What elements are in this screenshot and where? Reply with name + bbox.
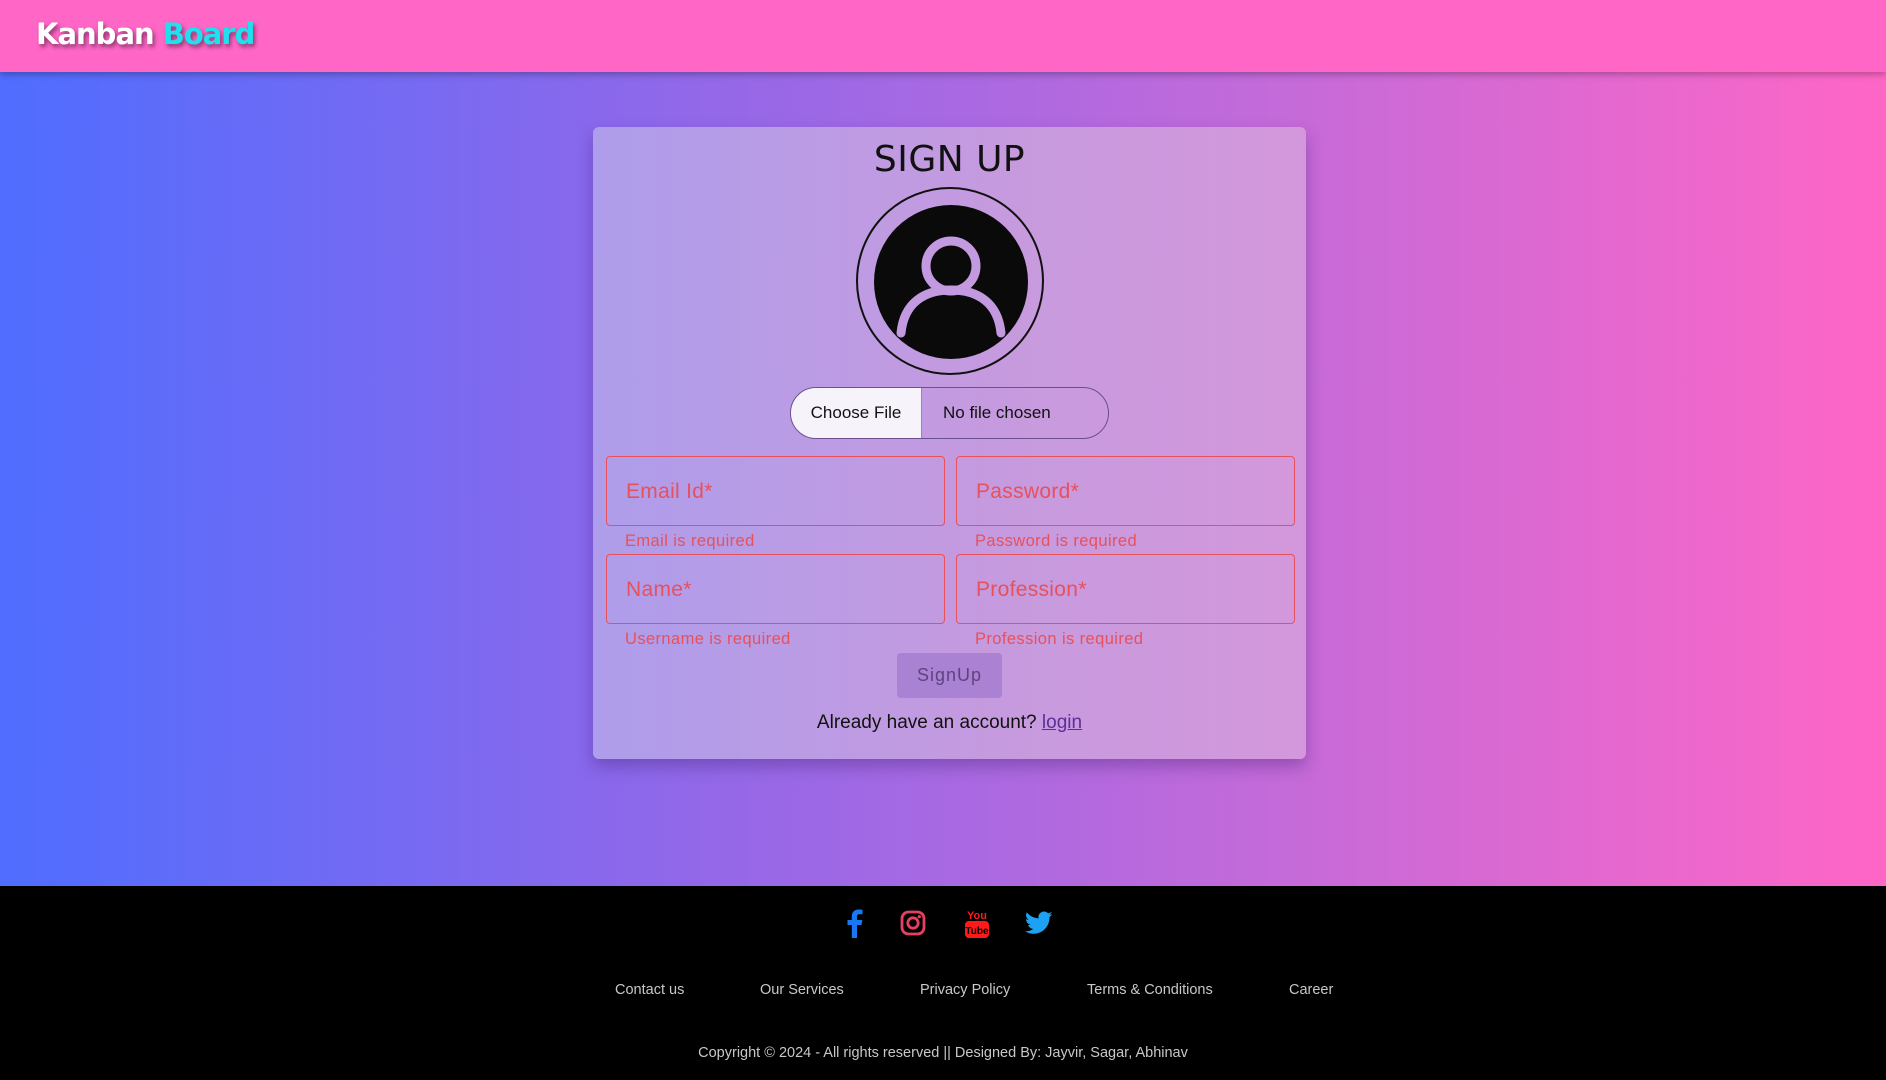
avatar-frame (856, 187, 1044, 375)
twitter-icon[interactable] (1024, 911, 1053, 940)
svg-text:Tube: Tube (965, 926, 989, 937)
brand-name-part2: Board (162, 17, 256, 51)
profession-error: Profession is required (975, 630, 1144, 648)
footer-link-contact[interactable]: Contact us (615, 982, 684, 998)
email-placeholder: Email Id* (626, 480, 713, 503)
login-prompt: Already have an account? login (593, 712, 1306, 734)
copyright-text: Copyright © 2024 - All rights reserved |… (698, 1045, 1188, 1061)
profile-picture-file-input[interactable]: Choose File No file chosen (790, 387, 1109, 439)
footer: You Tube Contact us Our Services Privacy… (0, 886, 1886, 1080)
choose-file-button[interactable]: Choose File (791, 388, 922, 438)
email-error: Email is required (625, 532, 755, 550)
signup-card: SIGN UP Choose File No file chosen Email… (593, 127, 1306, 759)
footer-link-services[interactable]: Our Services (760, 982, 844, 998)
profession-field[interactable]: Profession* (956, 554, 1295, 624)
name-error: Username is required (625, 630, 791, 648)
password-error: Password is required (975, 532, 1138, 550)
password-placeholder: Password* (976, 480, 1080, 503)
email-field[interactable]: Email Id* (606, 456, 945, 526)
login-link[interactable]: login (1042, 712, 1082, 733)
name-placeholder: Name* (626, 578, 692, 601)
svg-text:You: You (967, 910, 987, 922)
brand-name-part1: Kanban (36, 17, 155, 51)
name-field[interactable]: Name* (606, 554, 945, 624)
facebook-icon[interactable] (843, 908, 865, 943)
user-avatar-icon (874, 205, 1028, 359)
footer-link-privacy[interactable]: Privacy Policy (920, 982, 1010, 998)
signup-button[interactable]: SignUp (897, 653, 1002, 698)
brand-logo[interactable]: Kanban Board (36, 17, 256, 51)
instagram-icon[interactable] (900, 910, 926, 941)
top-navbar: Kanban Board (0, 0, 1886, 72)
youtube-icon[interactable]: You Tube (964, 908, 990, 945)
password-field[interactable]: Password* (956, 456, 1295, 526)
file-status-text: No file chosen (943, 403, 1051, 422)
login-prompt-text: Already have an account? (816, 712, 1037, 733)
profession-placeholder: Profession* (976, 578, 1087, 601)
page-title: SIGN UP (873, 139, 1026, 180)
footer-link-terms[interactable]: Terms & Conditions (1087, 982, 1213, 998)
footer-link-career[interactable]: Career (1289, 982, 1333, 998)
